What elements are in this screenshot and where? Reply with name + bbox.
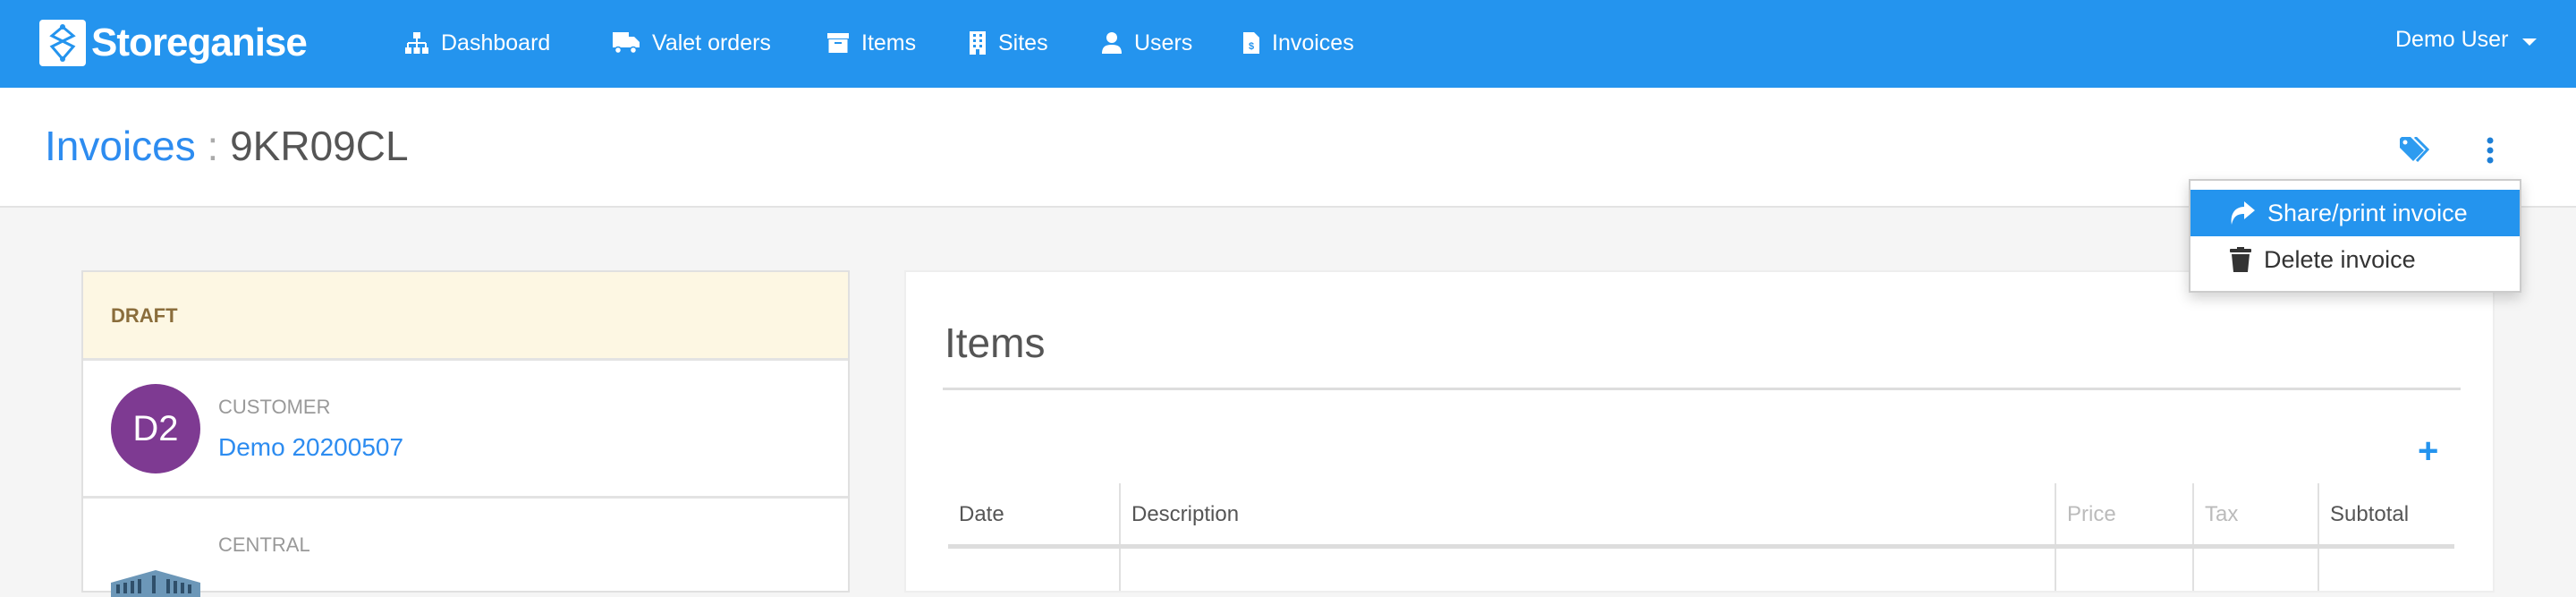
divider xyxy=(943,388,2461,390)
vertical-ellipsis-icon xyxy=(2487,137,2494,164)
site-building-image xyxy=(111,570,200,597)
invoice-options-menu: Share/print invoice Delete invoice xyxy=(2189,179,2521,293)
status-banner: DRAFT xyxy=(83,272,848,361)
nav-valet-orders[interactable]: Valet orders xyxy=(613,27,771,59)
user-name: Demo User xyxy=(2395,27,2509,52)
invoice-icon: $ xyxy=(1243,32,1259,54)
nav-dashboard[interactable]: Dashboard xyxy=(405,27,550,59)
add-item-button[interactable]: + xyxy=(2418,433,2438,469)
nav-label: Items xyxy=(861,30,917,55)
user-icon xyxy=(1102,32,1122,54)
column-header-price[interactable]: Price xyxy=(2056,483,2192,546)
user-menu[interactable]: Demo User xyxy=(2395,27,2538,53)
site-label: CENTRAL xyxy=(218,533,310,556)
table-header-border xyxy=(948,544,2454,549)
building-icon xyxy=(970,31,986,55)
caret-down-icon xyxy=(2522,38,2538,46)
status-badge: DRAFT xyxy=(111,304,178,327)
tags-button[interactable] xyxy=(2400,135,2432,168)
nav-label: Invoices xyxy=(1272,30,1354,55)
page-title: Invoices : 9KR09CL xyxy=(45,122,409,170)
brand-logo[interactable]: Storeganise xyxy=(39,20,308,66)
column-header-description[interactable]: Description xyxy=(1121,483,2055,546)
nav-items[interactable]: Items xyxy=(827,27,916,59)
nav-users[interactable]: Users xyxy=(1102,27,1192,59)
divider xyxy=(83,496,848,499)
customer-label: CUSTOMER xyxy=(218,396,331,418)
brand-name: Storeganise xyxy=(91,21,308,64)
nav-label: Sites xyxy=(998,30,1048,55)
more-options-button[interactable] xyxy=(2482,137,2498,164)
menu-item-share-print[interactable]: Share/print invoice xyxy=(2190,190,2520,236)
customer-link[interactable]: Demo 20200507 xyxy=(218,433,403,462)
column-header-tax[interactable]: Tax xyxy=(2194,483,2318,546)
items-card: Items + Date Description Price Tax Subto… xyxy=(904,270,2495,593)
items-heading: Items xyxy=(945,320,1046,366)
menu-item-label: Share/print invoice xyxy=(2267,199,2468,226)
breadcrumb-invoices[interactable]: Invoices xyxy=(45,123,196,169)
trash-icon xyxy=(2230,247,2251,272)
nav-sites[interactable]: Sites xyxy=(970,27,1048,59)
customer-avatar: D2 xyxy=(111,384,200,473)
nav-label: Valet orders xyxy=(652,30,771,55)
breadcrumb-separator: : xyxy=(207,123,219,169)
invoice-id: 9KR09CL xyxy=(230,123,409,169)
invoice-summary-card: DRAFT D2 CUSTOMER Demo 20200507 CENTRAL xyxy=(81,270,850,597)
nav-label: Dashboard xyxy=(441,30,551,55)
logo-icon xyxy=(39,20,86,66)
svg-text:$: $ xyxy=(1249,41,1254,52)
menu-item-delete[interactable]: Delete invoice xyxy=(2190,236,2520,283)
truck-icon xyxy=(613,32,640,54)
column-header-subtotal[interactable]: Subtotal xyxy=(2319,483,2454,546)
sitemap-icon xyxy=(405,32,428,54)
archive-icon xyxy=(827,33,849,53)
top-navbar: Storeganise Dashboard Valet orders Items… xyxy=(0,0,2576,88)
menu-item-label: Delete invoice xyxy=(2264,245,2416,273)
tags-icon xyxy=(2400,135,2430,163)
share-icon xyxy=(2231,201,2255,225)
nav-label: Users xyxy=(1134,30,1193,55)
nav-invoices[interactable]: $ Invoices xyxy=(1243,27,1354,59)
column-header-date[interactable]: Date xyxy=(948,483,1119,546)
